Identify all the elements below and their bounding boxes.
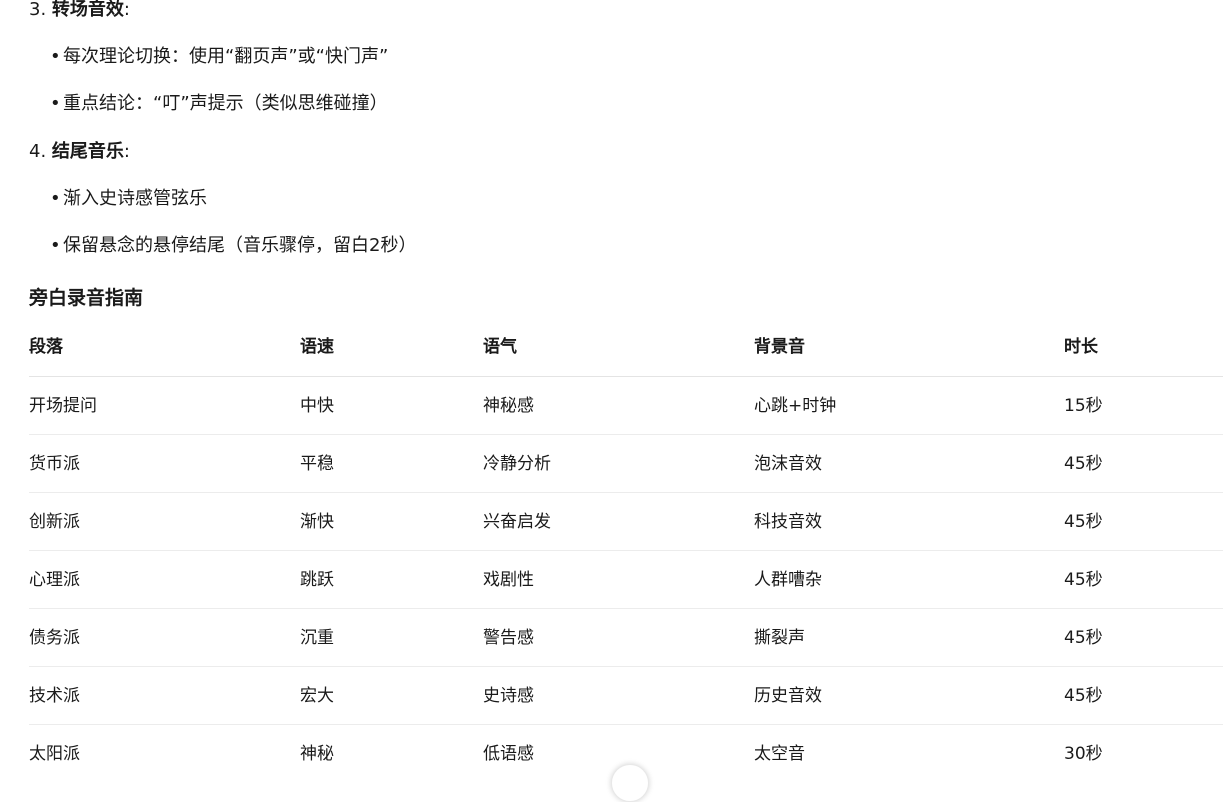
list-item-text: 保留悬念的悬停结尾（音乐骤停，留白2秒） <box>63 235 417 256</box>
table-cell: 太空音 <box>754 744 805 764</box>
table-cell: 神秘感 <box>483 396 534 416</box>
section-number: 4. <box>29 141 47 162</box>
narration-guide-table: 段落 语速 语气 背景音 时长 开场提问 中快 神秘感 心跳+时钟 15秒 货币… <box>29 320 1223 782</box>
section-colon: : <box>123 141 130 162</box>
bullet-icon: • <box>50 46 61 67</box>
table-cell: 45秒 <box>1064 512 1103 532</box>
table-cell: 神秘 <box>300 744 334 764</box>
table-cell: 心跳+时钟 <box>754 396 837 416</box>
narration-guide-title: 旁白录音指南 <box>29 287 144 309</box>
column-header-segment: 段落 <box>29 337 63 357</box>
table-cell: 创新派 <box>29 512 80 532</box>
table-row: 技术派 宏大 史诗感 历史音效 45秒 <box>29 667 1223 725</box>
section-colon: : <box>123 0 130 20</box>
table-header-row: 段落 语速 语气 背景音 时长 <box>29 320 1223 377</box>
table-cell: 科技音效 <box>754 512 822 532</box>
table-cell: 历史音效 <box>754 686 822 706</box>
table-cell: 撕裂声 <box>754 628 805 648</box>
table-cell: 货币派 <box>29 454 80 474</box>
table-cell: 45秒 <box>1064 628 1103 648</box>
list-item-text: 重点结论：“叮”声提示（类似思维碰撞） <box>63 93 388 114</box>
table-cell: 兴奋启发 <box>483 512 551 532</box>
table-cell: 泡沫音效 <box>754 454 822 474</box>
column-header-background-sound: 背景音 <box>754 337 805 357</box>
table-cell: 45秒 <box>1064 686 1103 706</box>
table-row: 心理派 跳跃 戏剧性 人群嘈杂 45秒 <box>29 551 1223 609</box>
table-row: 债务派 沉重 警告感 撕裂声 45秒 <box>29 609 1223 667</box>
table-cell: 心理派 <box>29 570 80 590</box>
table-cell: 15秒 <box>1064 396 1103 416</box>
table-cell: 冷静分析 <box>483 454 551 474</box>
table-cell: 跳跃 <box>300 570 334 590</box>
table-cell: 低语感 <box>483 744 534 764</box>
section-heading-transition-sfx: 3. 转场音效: <box>29 0 130 21</box>
table-row: 货币派 平稳 冷静分析 泡沫音效 45秒 <box>29 435 1223 493</box>
table-row: 创新派 渐快 兴奋启发 科技音效 45秒 <box>29 493 1223 551</box>
list-item-text: 每次理论切换：使用“翻页声”或“快门声” <box>63 46 389 67</box>
bullet-icon: • <box>50 235 61 256</box>
table-cell: 警告感 <box>483 628 534 648</box>
list-item: • 重点结论：“叮”声提示（类似思维碰撞） <box>50 93 388 115</box>
table-cell: 渐快 <box>300 512 334 532</box>
table-cell: 太阳派 <box>29 744 80 764</box>
list-item: • 渐入史诗感管弦乐 <box>50 188 207 210</box>
scroll-to-bottom-button[interactable] <box>611 764 649 802</box>
table-cell: 债务派 <box>29 628 80 648</box>
table-cell: 中快 <box>300 396 334 416</box>
table-cell: 技术派 <box>29 686 80 706</box>
table-cell: 沉重 <box>300 628 334 648</box>
table-cell: 宏大 <box>300 686 334 706</box>
column-header-duration: 时长 <box>1064 337 1098 357</box>
section-title: 结尾音乐 <box>51 141 124 162</box>
table-row: 开场提问 中快 神秘感 心跳+时钟 15秒 <box>29 377 1223 435</box>
column-header-tone: 语气 <box>483 337 517 357</box>
table-cell: 平稳 <box>300 454 334 474</box>
table-cell: 史诗感 <box>483 686 534 706</box>
table-cell: 人群嘈杂 <box>754 570 822 590</box>
table-cell: 开场提问 <box>29 396 97 416</box>
bullet-icon: • <box>50 188 61 209</box>
table-cell: 戏剧性 <box>483 570 534 590</box>
table-cell: 30秒 <box>1064 744 1103 764</box>
section-number: 3. <box>29 0 47 20</box>
list-item: • 每次理论切换：使用“翻页声”或“快门声” <box>50 46 388 68</box>
column-header-speed: 语速 <box>300 337 334 357</box>
bullet-icon: • <box>50 93 61 114</box>
section-heading-ending-music: 4. 结尾音乐: <box>29 141 130 163</box>
table-cell: 45秒 <box>1064 454 1103 474</box>
list-item: • 保留悬念的悬停结尾（音乐骤停，留白2秒） <box>50 235 416 257</box>
table-cell: 45秒 <box>1064 570 1103 590</box>
list-item-text: 渐入史诗感管弦乐 <box>63 188 207 209</box>
section-title: 转场音效 <box>51 0 124 20</box>
